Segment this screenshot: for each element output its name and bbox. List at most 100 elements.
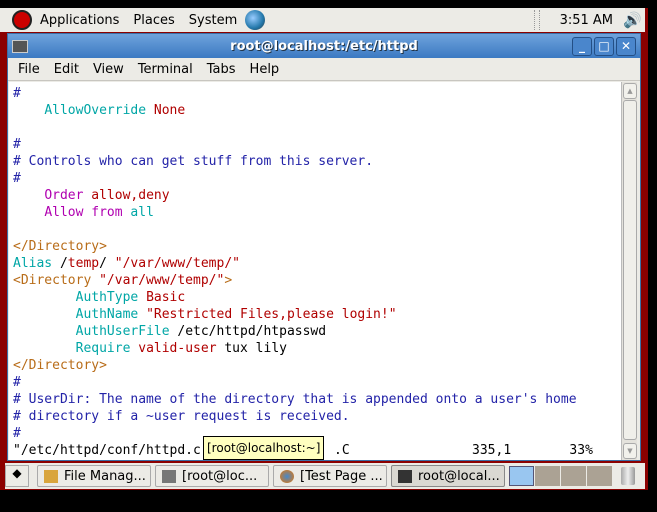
title-bar[interactable]: root@localhost:/etc/httpd _ □ ✕ xyxy=(8,34,640,58)
workspace-2[interactable] xyxy=(535,466,560,486)
top-panel: Applications Places System 3:51 AM 🔊 xyxy=(0,8,645,32)
code-token: / xyxy=(99,256,115,271)
code-token: # directory if a ~user request is receiv… xyxy=(13,409,350,424)
code-token: AuthUserFile xyxy=(75,324,170,339)
code-token: Require xyxy=(75,341,131,356)
taskbar-item-file-manager[interactable]: File Manag... xyxy=(37,465,151,487)
show-desktop-icon[interactable]: ◆ xyxy=(5,465,29,487)
code-line: # xyxy=(13,136,621,153)
code-line: </Directory> xyxy=(13,238,621,255)
clock-area: 3:51 AM xyxy=(533,10,613,30)
window-title: root@localhost:/etc/httpd xyxy=(230,38,418,54)
terminal-content[interactable]: # AllowOverride None # # Controls who can … xyxy=(9,82,621,460)
code-token: AuthName xyxy=(75,307,139,322)
menu-file[interactable]: File xyxy=(18,62,40,77)
system-menu[interactable]: System xyxy=(189,13,237,28)
close-button[interactable]: ✕ xyxy=(616,36,636,56)
code-line: Order allow,deny xyxy=(13,187,621,204)
code-token: "/var/www/temp/" xyxy=(99,273,225,288)
code-token: Allow xyxy=(44,205,84,220)
menu-terminal[interactable]: Terminal xyxy=(138,62,193,77)
code-token: # xyxy=(13,375,21,390)
code-line: # xyxy=(13,170,621,187)
code-line: # xyxy=(13,374,621,391)
code-token: all xyxy=(130,205,154,220)
menu-tabs[interactable]: Tabs xyxy=(207,62,236,77)
code-token: allow,deny xyxy=(91,188,170,203)
code-token: .C 335,1 33% xyxy=(334,443,593,458)
taskbar-item-terminal-active[interactable]: root@local... xyxy=(391,465,505,487)
terminal-icon xyxy=(398,469,412,483)
code-line: AuthType Basic xyxy=(13,289,621,306)
trash-icon[interactable] xyxy=(621,467,635,485)
scroll-up-button[interactable]: ▲ xyxy=(623,83,637,99)
taskbar-item-terminal-1[interactable]: [root@loc... xyxy=(155,465,269,487)
code-token: /etc/httpd/htpasswd xyxy=(169,324,327,339)
maximize-button[interactable]: □ xyxy=(594,36,614,56)
terminal-window: root@localhost:/etc/httpd _ □ ✕ File Edi… xyxy=(7,33,641,461)
code-token: # Controls who can get stuff from this s… xyxy=(13,154,374,169)
folder-icon xyxy=(44,469,58,483)
code-token: None xyxy=(153,103,186,118)
code-token: "Restricted Files,please login!" xyxy=(146,307,397,322)
applications-menu[interactable]: Applications xyxy=(40,13,119,28)
code-token: / xyxy=(52,256,68,271)
code-line: </Directory> xyxy=(13,357,621,374)
bottom-taskbar: ◆ File Manag... [root@loc... [Test Page … xyxy=(5,463,645,489)
firefox-icon xyxy=(280,469,294,483)
panel-grip xyxy=(533,10,540,30)
code-token: # xyxy=(13,171,21,186)
places-menu[interactable]: Places xyxy=(133,13,174,28)
code-line: <Directory "/var/www/temp/"> xyxy=(13,272,621,289)
workspace-1[interactable] xyxy=(509,466,534,486)
workspace-4[interactable] xyxy=(587,466,612,486)
code-token: Basic xyxy=(146,290,186,305)
clock[interactable]: 3:51 AM xyxy=(560,13,613,28)
workspace-3[interactable] xyxy=(561,466,586,486)
code-token: # xyxy=(13,137,21,152)
code-line: AuthUserFile /etc/httpd/htpasswd xyxy=(13,323,621,340)
network-globe-icon[interactable] xyxy=(245,10,266,30)
code-line: # UserDir: The name of the directory tha… xyxy=(13,391,621,408)
tooltip: [root@localhost:~] xyxy=(203,436,325,460)
code-token: "/var/www/temp/" xyxy=(114,256,240,271)
code-token: # xyxy=(13,86,21,101)
redhat-logo-icon xyxy=(12,10,32,30)
code-line: Alias /temp/ "/var/www/temp/" xyxy=(13,255,621,272)
code-token: > xyxy=(224,273,233,288)
scrollbar[interactable]: ▲ ▼ xyxy=(621,82,637,460)
code-token: </Directory> xyxy=(13,358,107,373)
minimize-button[interactable]: _ xyxy=(572,36,592,56)
code-token: # xyxy=(13,426,21,441)
menu-bar: File Edit View Terminal Tabs Help xyxy=(8,58,640,81)
code-line: # xyxy=(13,85,621,102)
terminal-icon[interactable] xyxy=(12,39,28,53)
code-token: AllowOverride xyxy=(44,103,147,118)
code-line: Require valid-user tux lily xyxy=(13,340,621,357)
code-token: AuthType xyxy=(75,290,139,305)
code-token: Order xyxy=(44,188,84,203)
code-token: Alias xyxy=(13,256,53,271)
code-token: <Directory xyxy=(13,273,100,288)
scrollbar-thumb[interactable] xyxy=(623,100,637,440)
menu-view[interactable]: View xyxy=(93,62,124,77)
volume-icon[interactable]: 🔊 xyxy=(623,11,643,29)
code-token: tux lily xyxy=(216,341,287,356)
menu-edit[interactable]: Edit xyxy=(54,62,79,77)
code-line: Allow from all xyxy=(13,204,621,221)
scroll-down-button[interactable]: ▼ xyxy=(623,443,637,459)
code-token: from xyxy=(91,205,123,220)
menu-help[interactable]: Help xyxy=(250,62,280,77)
taskbar-item-firefox[interactable]: [Test Page ... xyxy=(273,465,387,487)
code-line: AllowOverride None xyxy=(13,102,621,119)
